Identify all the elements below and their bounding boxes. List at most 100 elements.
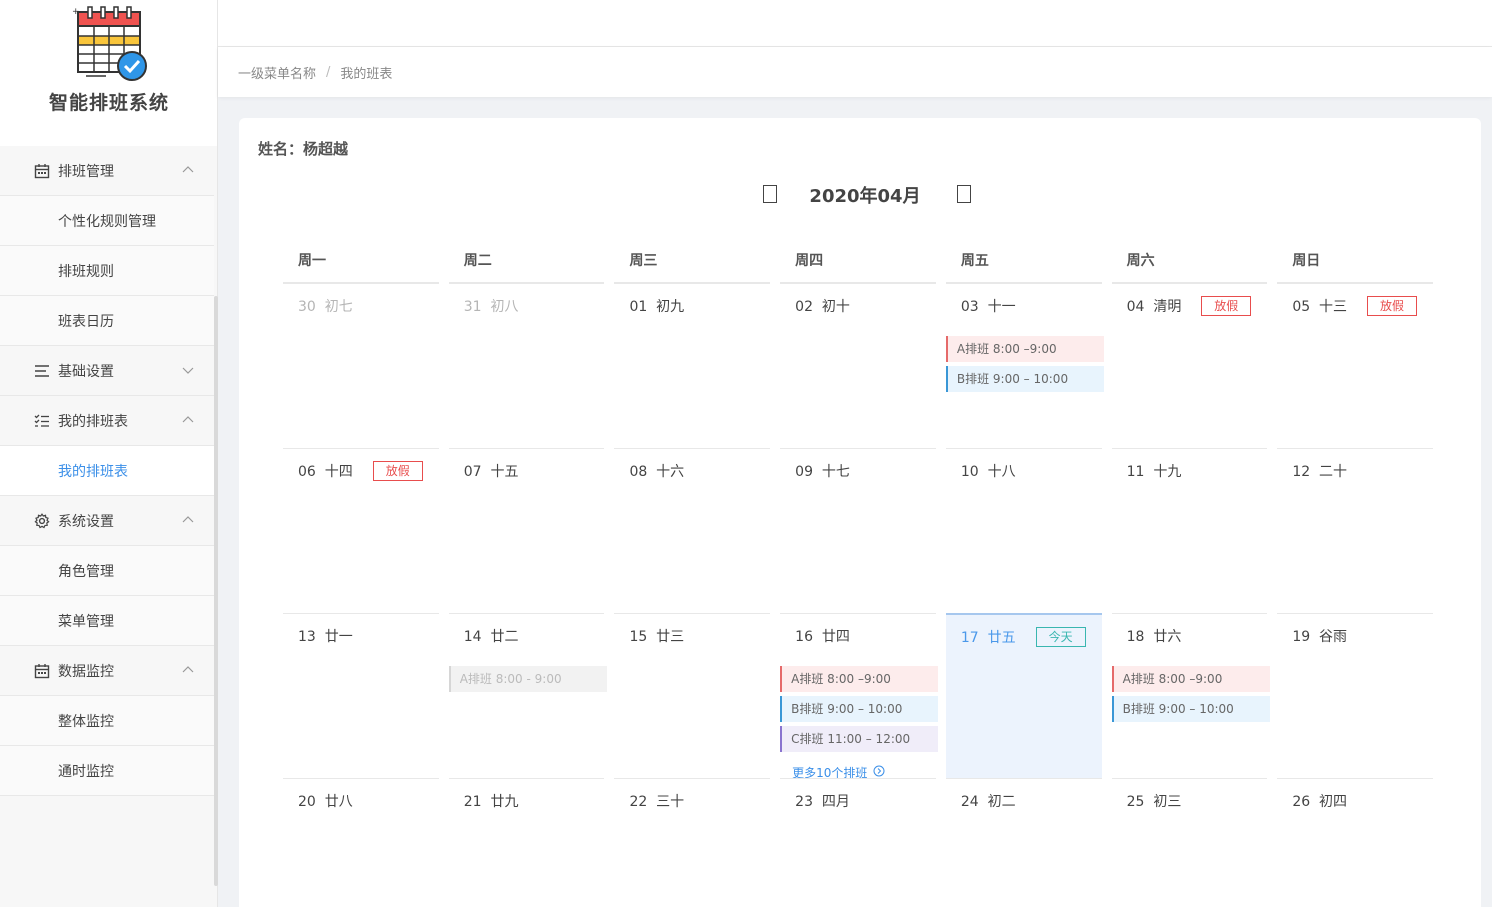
day-label: 22 三十 <box>629 791 684 811</box>
prev-month-button[interactable] <box>763 185 777 203</box>
calendar-day-cell[interactable]: 18 廿六 A排班 8:00 –9:00 B排班 9:00 – 10:00 <box>1111 613 1270 778</box>
breadcrumb-level1[interactable]: 一级菜单名称 <box>238 63 316 82</box>
shift-entry[interactable]: C排班 11:00 – 12:00 <box>780 726 939 752</box>
calendar-day-cell[interactable]: 06 十四 放假 <box>283 448 439 613</box>
sidebar-item-1[interactable]: 个性化规则管理 <box>0 196 214 246</box>
weekday-header-cell: 周四 <box>780 233 936 283</box>
sidebar-item-label: 整体监控 <box>58 713 114 730</box>
calendar-day-cell[interactable]: 14 廿二 A排班 8:00 - 9:00 <box>448 613 607 778</box>
lunar-date: 初四 <box>1319 794 1348 810</box>
checklist-icon <box>34 413 50 429</box>
calendar-day-cell[interactable]: 05 十三 放假 <box>1277 283 1434 448</box>
day-number: 15 <box>629 629 648 645</box>
day-label: 01 初九 <box>629 296 684 316</box>
calendar-day-cell[interactable]: 15 廿三 <box>614 613 771 778</box>
calendar-day-cell[interactable]: 31 初八 <box>448 283 605 448</box>
shift-entry[interactable]: A排班 8:00 –9:00 <box>1111 666 1270 692</box>
sidebar-item-9[interactable]: 菜单管理 <box>0 596 214 646</box>
weekday-header-cell: 周六 <box>1111 233 1268 283</box>
sidebar-item-6[interactable]: 我的排班表 <box>0 446 214 496</box>
chevron-up-icon[interactable] <box>182 414 194 426</box>
sidebar-item-label: 个性化规则管理 <box>58 213 156 230</box>
shift-entry[interactable]: B排班 9:00 – 10:00 <box>1111 696 1270 722</box>
calendar-day-cell[interactable]: 01 初九 <box>614 283 771 448</box>
lunar-date: 廿五 <box>987 630 1016 646</box>
calendar-day-cell[interactable]: 02 初十 <box>780 283 936 448</box>
calendar-day-cell[interactable]: 20 廿八 <box>283 778 439 907</box>
shift-entry[interactable]: B排班 9:00 – 10:00 <box>780 696 939 722</box>
calendar-icon <box>34 163 50 179</box>
sidebar-item-8[interactable]: 角色管理 <box>0 546 214 596</box>
shift-entry[interactable]: A排班 8:00 –9:00 <box>945 336 1104 362</box>
day-number: 21 <box>463 794 482 810</box>
day-number: 31 <box>463 299 482 315</box>
calendar-day-cell[interactable]: 30 初七 <box>283 283 439 448</box>
sidebar-group-7[interactable]: 系统设置 <box>0 496 214 546</box>
calendar-day-cell[interactable]: 04 清明 放假 <box>1111 283 1268 448</box>
day-label: 08 十六 <box>629 461 684 481</box>
calendar-day-cell[interactable]: 13 廿一 <box>283 613 439 778</box>
day-number: 04 <box>1126 299 1145 315</box>
lunar-date: 初七 <box>324 299 353 315</box>
calendar-day-cell[interactable]: 09 十七 <box>780 448 936 613</box>
sidebar-group-5[interactable]: 我的排班表 <box>0 396 214 446</box>
next-month-button[interactable] <box>957 185 971 203</box>
calendar-day-cell[interactable]: 11 十九 <box>1111 448 1268 613</box>
calendar-day-cell[interactable]: 08 十六 <box>614 448 771 613</box>
shift-entry[interactable]: A排班 8:00 - 9:00 <box>448 666 607 692</box>
day-number: 26 <box>1292 794 1311 810</box>
schedule-card: 姓名：杨超越 2020年04月 周一 周二 周三 周四 周五 周六 周日 30 初七 31 初… <box>239 118 1481 907</box>
calendar-day-cell[interactable]: 19 谷雨 <box>1277 613 1434 778</box>
sidebar-item-2[interactable]: 排班规则 <box>0 246 214 296</box>
sidebar-item-12[interactable]: 通时监控 <box>0 746 214 796</box>
sidebar-group-0[interactable]: 排班管理 <box>0 146 214 196</box>
sidebar-item-label: 菜单管理 <box>58 613 114 630</box>
sidebar-group-10[interactable]: 数据监控 <box>0 646 214 696</box>
sidebar-item-label: 排班管理 <box>58 163 114 180</box>
sidebar-item-label: 数据监控 <box>58 663 114 680</box>
calendar-day-cell[interactable]: 23 四月 <box>780 778 936 907</box>
calendar-day-cell[interactable]: 10 十八 <box>945 448 1102 613</box>
calendar-day-cell[interactable]: 21 廿九 <box>448 778 605 907</box>
day-number: 17 <box>960 630 979 646</box>
sidebar-scrollbar[interactable] <box>214 296 218 886</box>
day-label: 06 十四 <box>298 461 353 481</box>
sidebar-group-4[interactable]: 基础设置 <box>0 346 214 396</box>
app-title: 智能排班系统 <box>48 92 169 114</box>
weekday-header-cell: 周三 <box>614 233 771 283</box>
today-badge: 今天 <box>1035 627 1086 647</box>
day-number: 09 <box>795 464 813 480</box>
shift-entry[interactable]: A排班 8:00 –9:00 <box>780 666 939 692</box>
shift-entry[interactable]: B排班 9:00 – 10:00 <box>945 366 1104 392</box>
calendar-day-cell[interactable]: 26 初四 <box>1277 778 1434 907</box>
day-label: 12 二十 <box>1292 461 1347 481</box>
lunar-date: 初九 <box>656 299 685 315</box>
calendar-day-cell[interactable]: 22 三十 <box>614 778 771 907</box>
day-number: 25 <box>1126 794 1145 810</box>
lunar-date: 四月 <box>821 794 850 810</box>
sidebar-item-11[interactable]: 整体监控 <box>0 696 214 746</box>
day-label: 13 廿一 <box>298 626 353 646</box>
holiday-badge: 放假 <box>1367 296 1418 316</box>
chevron-up-icon[interactable] <box>182 664 194 676</box>
day-number: 13 <box>298 629 316 645</box>
day-number: 01 <box>629 299 648 315</box>
calendar-day-cell[interactable]: 07 十五 <box>448 448 605 613</box>
calendar-day-cell[interactable]: 16 廿四 A排班 8:00 –9:00 B排班 9:00 – 10:00 C排班 1… <box>780 613 939 780</box>
sidebar-item-label: 班表日历 <box>58 313 114 330</box>
lunar-date: 廿八 <box>324 794 353 810</box>
chevron-down-icon[interactable] <box>182 364 194 376</box>
breadcrumb-current: 我的班表 <box>340 66 393 82</box>
sidebar-item-3[interactable]: 班表日历 <box>0 296 214 346</box>
calendar-day-cell[interactable]: 25 初三 <box>1111 778 1268 907</box>
lunar-date: 廿三 <box>656 629 685 645</box>
month-title: 2020年04月 <box>809 186 921 207</box>
calendar-day-cell[interactable]: 12 二十 <box>1277 448 1434 613</box>
calendar-day-cell[interactable]: 17 廿五 今天 <box>945 613 1102 778</box>
day-label: 20 廿八 <box>298 791 353 811</box>
chevron-up-icon[interactable] <box>182 164 194 176</box>
calendar-day-cell[interactable]: 24 初二 <box>945 778 1102 907</box>
sidebar-item-label: 排班规则 <box>58 263 114 280</box>
calendar-day-cell[interactable]: 03 十一 A排班 8:00 –9:00 B排班 9:00 – 10:00 <box>945 283 1104 448</box>
chevron-up-icon[interactable] <box>182 514 194 526</box>
